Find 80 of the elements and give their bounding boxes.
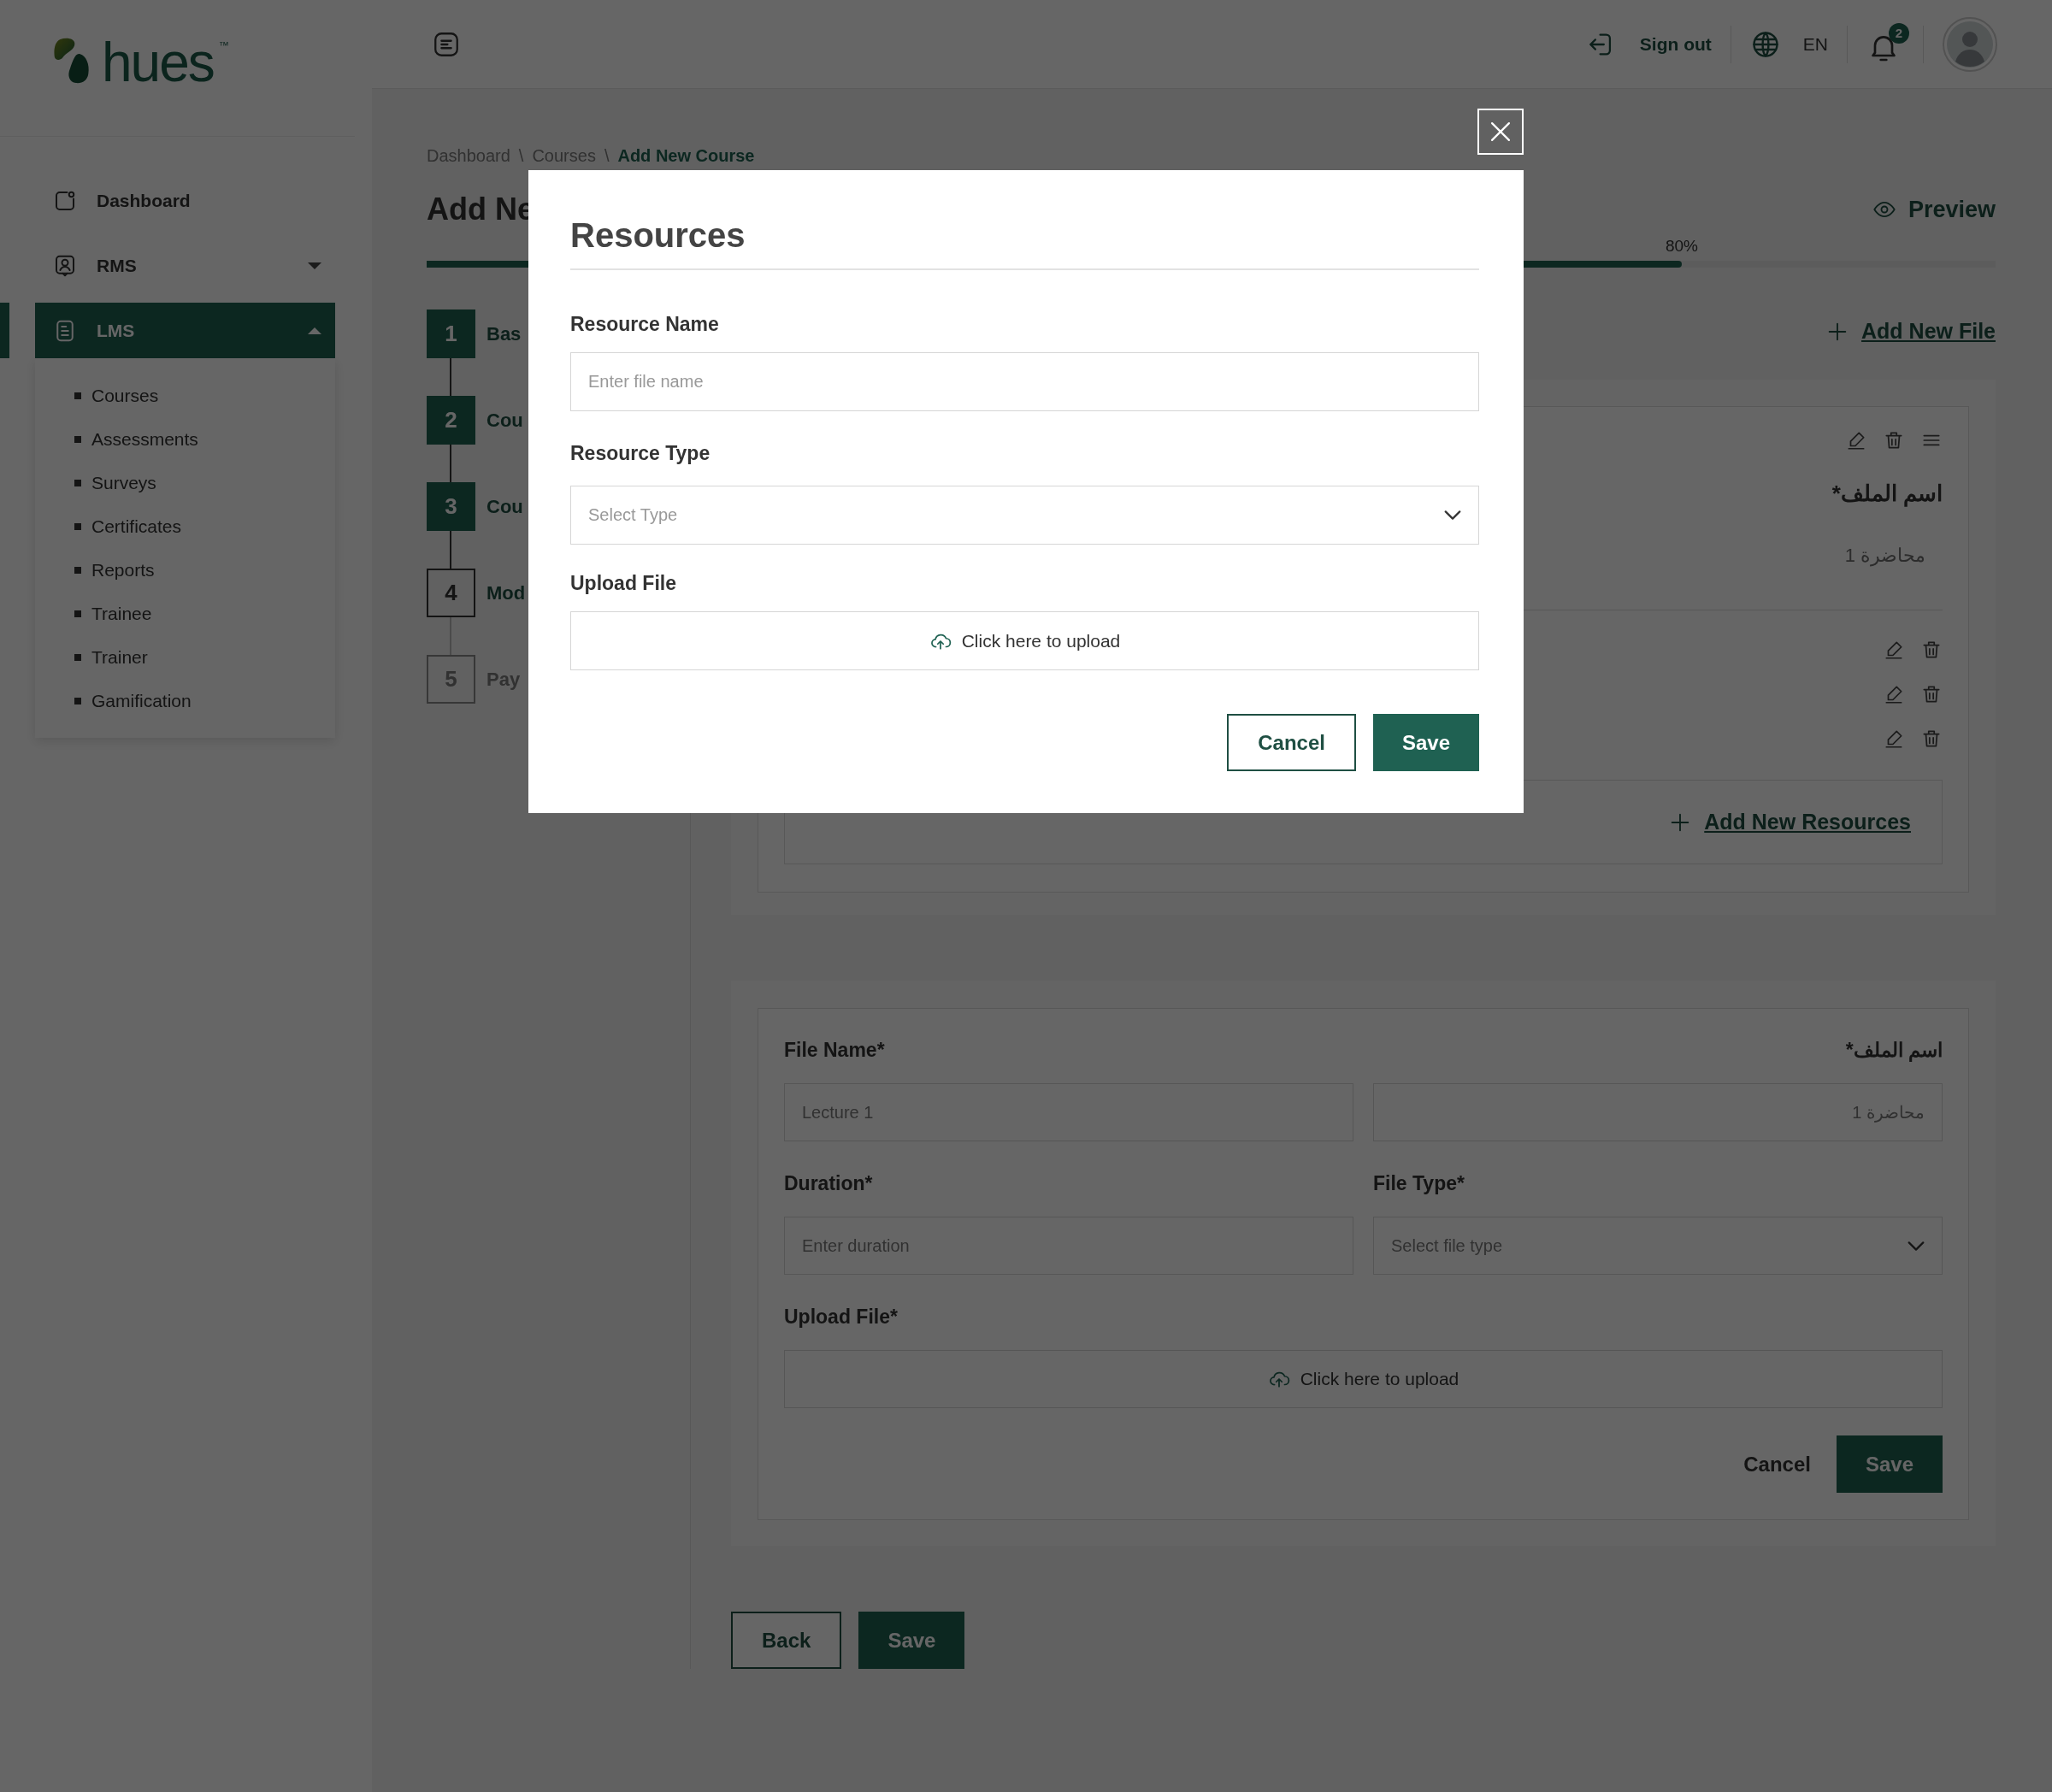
step-number[interactable]: 4	[427, 569, 475, 617]
field-label: اسم الملف*	[1844, 1038, 1943, 1063]
sidebar-item-label: RMS	[97, 255, 138, 276]
sidebar-item-label: Dashboard	[97, 190, 192, 211]
bullet-icon	[74, 653, 81, 661]
submenu-item-label: Surveys	[91, 472, 156, 493]
breadcrumb-separator: \	[518, 145, 524, 167]
breadcrumb-link[interactable]: Add New Course	[617, 142, 755, 169]
text-input-field[interactable]: Enter file name	[570, 352, 1479, 411]
secondary-button[interactable]: Back	[731, 1612, 842, 1669]
bullet-icon	[74, 479, 81, 486]
chevron-down-icon	[1444, 510, 1461, 520]
close-button[interactable]	[1477, 109, 1524, 155]
field-label: Resource Name	[570, 312, 720, 337]
bullet-icon	[74, 697, 81, 704]
step-number[interactable]: 2	[427, 396, 475, 445]
bullet-icon	[74, 610, 81, 617]
submenu-item[interactable]: Gamification	[35, 679, 335, 722]
bullet-icon	[74, 522, 81, 530]
step-number[interactable]: 1	[427, 309, 475, 358]
field-label: Duration*	[784, 1171, 874, 1196]
save-button[interactable]: Save	[1836, 1435, 1943, 1493]
submenu-item[interactable]: Assessments	[35, 417, 335, 461]
sidebar-item[interactable]: Dashboard	[35, 173, 335, 228]
submenu-item-label: Assessments	[91, 428, 198, 450]
upload-field[interactable]: Click here to upload	[784, 1350, 1943, 1408]
bullet-icon	[74, 566, 81, 574]
upload-field[interactable]: Click here to upload	[570, 611, 1479, 670]
submenu-item[interactable]: Courses	[35, 374, 335, 417]
language-code: EN	[1802, 33, 1828, 55]
step-label: Cou	[486, 409, 523, 432]
preview-link[interactable]: Preview	[1872, 196, 1996, 223]
submenu-item-label: Courses	[91, 385, 159, 406]
save-button[interactable]: Save	[1372, 714, 1479, 771]
avatar[interactable]	[1943, 16, 1997, 72]
delete-icon[interactable]	[1920, 728, 1943, 750]
submenu-item-label: Certificates	[91, 516, 182, 537]
submenu-item-label: Trainer	[91, 646, 148, 668]
text-button[interactable]: Cancel	[1735, 1435, 1819, 1493]
breadcrumb-separator: \	[604, 145, 610, 167]
delete-icon[interactable]	[1920, 639, 1943, 661]
logo-text: hues	[102, 38, 214, 87]
secondary-button[interactable]: Cancel	[1227, 714, 1356, 771]
file-name-label: اسم الملف*	[1831, 480, 1943, 508]
submenu-item-label: Reports	[91, 559, 155, 581]
bullet-icon	[74, 392, 81, 399]
submenu-item[interactable]: Trainer	[35, 635, 335, 679]
sidebar-item[interactable]: RMS	[35, 238, 335, 293]
step-number[interactable]: 3	[427, 482, 475, 531]
field-label: Upload File*	[784, 1305, 899, 1329]
submenu-item[interactable]: Reports	[35, 548, 335, 592]
submenu-item[interactable]: Trainee	[35, 592, 335, 635]
chevron-down-icon	[1908, 1241, 1925, 1251]
sign-out-link[interactable]: Sign out	[1586, 29, 1712, 59]
step-label: Mod	[486, 581, 526, 604]
bullet-icon	[74, 435, 81, 443]
add-file-link[interactable]: Add New File	[1825, 319, 1996, 344]
step-label: Bas	[486, 322, 522, 345]
language-switcher[interactable]: EN	[1749, 28, 1828, 60]
field-label: File Name*	[784, 1038, 886, 1063]
field-label: Upload File	[570, 571, 677, 596]
sidebar-item-label: LMS	[97, 320, 136, 341]
step-label: Cou	[486, 495, 523, 518]
delete-icon[interactable]	[1920, 683, 1943, 705]
sidebar-item[interactable]: LMS	[35, 303, 335, 358]
submenu-item-label: Gamification	[91, 690, 192, 711]
add-resources-link[interactable]: Add New Resources	[1668, 810, 1911, 834]
submenu-item[interactable]: Certificates	[35, 504, 335, 548]
field-label: File Type*	[1373, 1171, 1465, 1196]
dialog-title: Resources	[570, 215, 1479, 270]
save-button[interactable]: Save	[858, 1612, 965, 1669]
trademark-sign: ™	[218, 39, 229, 51]
submenu-item-label: Trainee	[91, 603, 152, 624]
delete-icon[interactable]	[1883, 429, 1905, 451]
select-dropdown[interactable]: Select Type	[570, 486, 1479, 545]
notification-badge: 2	[1889, 22, 1909, 44]
submenu-item[interactable]: Surveys	[35, 461, 335, 504]
progress-percentage: 80%	[1666, 236, 1698, 256]
field-label: Resource Type	[570, 441, 711, 466]
file-name-value: محاضرة 1	[1843, 544, 1926, 569]
